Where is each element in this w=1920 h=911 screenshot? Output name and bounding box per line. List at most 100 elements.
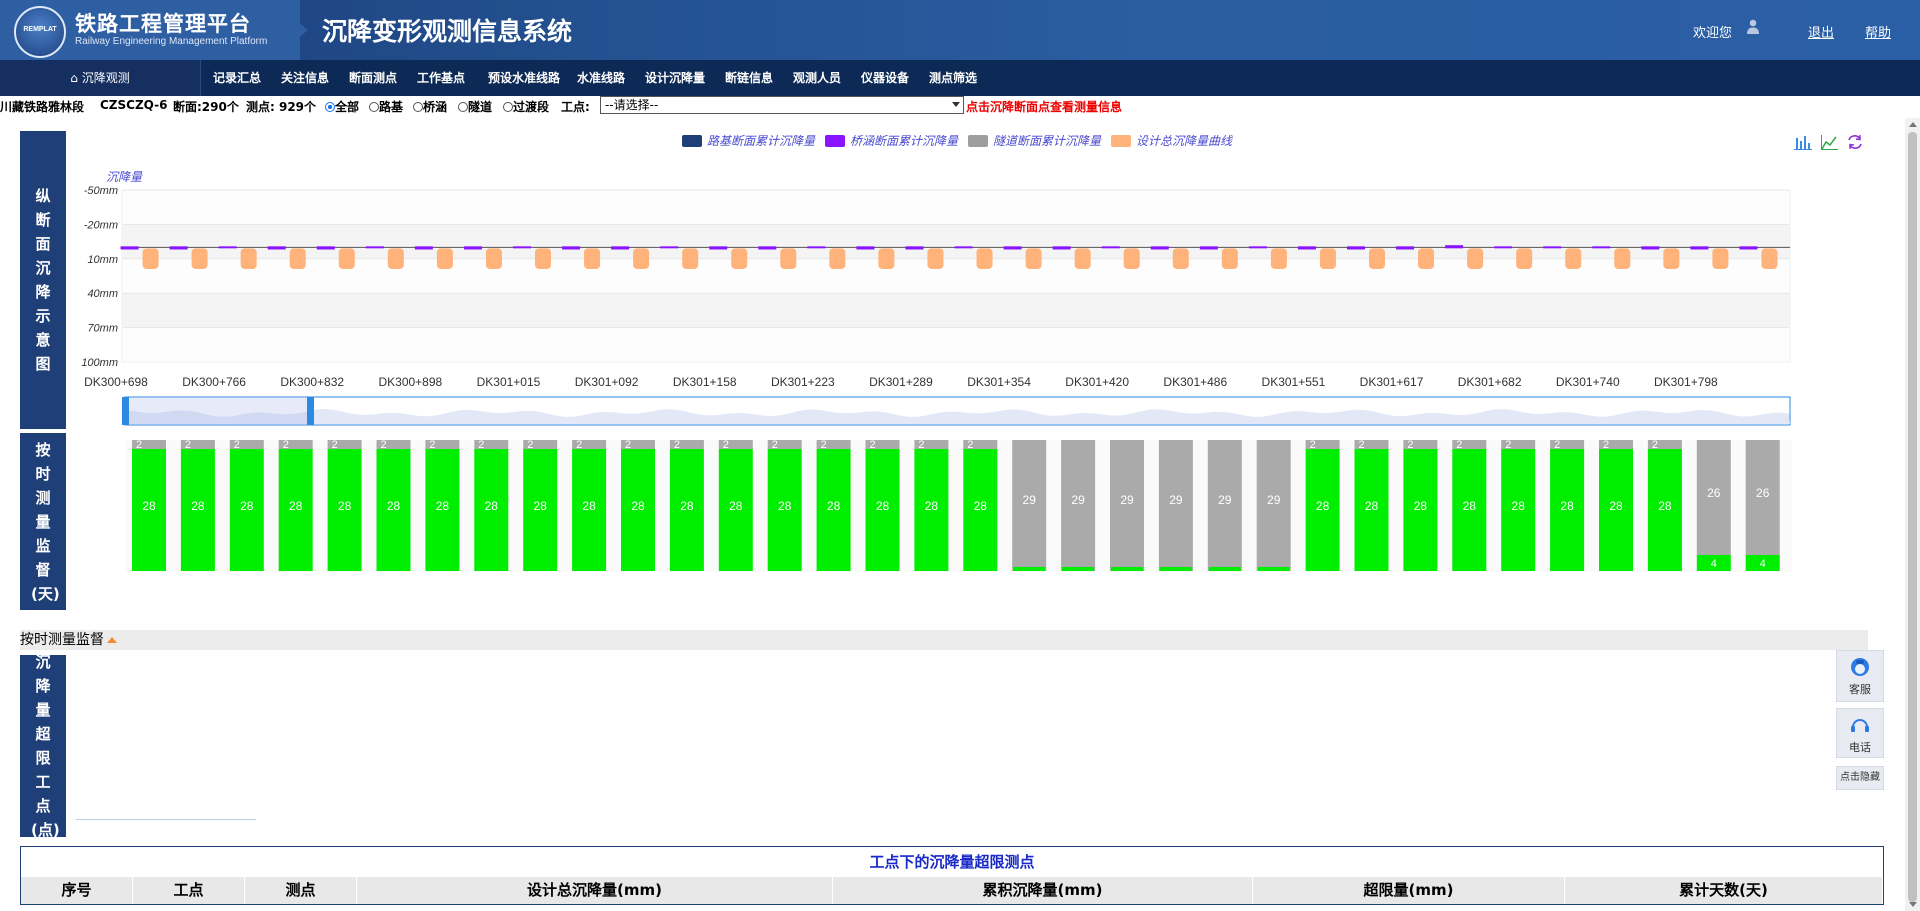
design-bar[interactable]	[1761, 248, 1778, 269]
ontime-bar[interactable]: 228	[425, 439, 460, 571]
nav-item[interactable]: 断链信息	[725, 60, 773, 96]
design-bar[interactable]	[1565, 248, 1582, 269]
design-bar[interactable]	[976, 248, 993, 269]
design-bar[interactable]	[1467, 248, 1484, 269]
design-bar[interactable]	[191, 248, 208, 269]
bridge-bar[interactable]	[1396, 246, 1415, 250]
radio-tunnel[interactable]: 隧道	[458, 98, 492, 115]
bridge-bar[interactable]	[1543, 246, 1562, 249]
logout-link[interactable]: 退出	[1808, 22, 1834, 41]
legend-swatch[interactable]	[968, 135, 988, 147]
bridge-bar[interactable]	[1445, 245, 1464, 249]
scroll-thumb[interactable]	[1908, 132, 1917, 902]
design-bar[interactable]	[240, 248, 257, 269]
design-bar[interactable]	[927, 248, 944, 269]
ontime-bar[interactable]: 228	[718, 439, 753, 571]
design-bar[interactable]	[1025, 248, 1042, 269]
bridge-bar[interactable]	[365, 246, 384, 249]
ontime-bar[interactable]: 228	[180, 439, 215, 571]
zoom-handle-left[interactable]	[122, 397, 129, 425]
design-bar[interactable]	[584, 248, 601, 269]
design-bar[interactable]	[1712, 248, 1729, 269]
bridge-bar[interactable]	[463, 246, 482, 250]
zoom-handle-right[interactable]	[307, 397, 314, 425]
bridge-bar[interactable]	[1199, 246, 1218, 250]
ontime-bar[interactable]: 228	[474, 439, 509, 571]
nav-item[interactable]: 关注信息	[281, 60, 329, 96]
ontime-chart[interactable]: 2 28 2 28 2 28 2 28 2 28 2 28 2 28 2 28 2 28 2 28 2 28 2 28 2 28 2…	[66, 430, 1806, 596]
ontime-bar[interactable]: 228	[1647, 439, 1682, 571]
design-bar[interactable]	[633, 248, 650, 269]
nav-home[interactable]: ⌂ 沉降观测	[0, 60, 201, 96]
bridge-bar[interactable]	[1150, 246, 1169, 250]
bridge-bar[interactable]	[1003, 246, 1022, 250]
bridge-bar[interactable]	[1347, 246, 1365, 250]
ontime-bar[interactable]: 29	[1158, 440, 1193, 571]
bridge-bar[interactable]	[1690, 246, 1709, 250]
radio-all[interactable]: 全部	[325, 98, 359, 115]
nav-item[interactable]: 设计沉降量	[645, 60, 705, 96]
design-bar[interactable]	[1614, 248, 1631, 269]
nav-item[interactable]: 断面测点	[349, 60, 397, 96]
design-bar[interactable]	[289, 248, 306, 269]
ontime-bar[interactable]: 228	[865, 439, 900, 571]
line-chart-icon[interactable]	[1821, 135, 1838, 150]
nav-item[interactable]: 观测人员	[793, 60, 841, 96]
phone-button[interactable]: 电话	[1836, 708, 1884, 758]
bridge-bar[interactable]	[905, 246, 924, 250]
design-bar[interactable]	[436, 248, 453, 269]
legend-swatch[interactable]	[1111, 135, 1131, 147]
nav-item[interactable]: 仪器设备	[861, 60, 909, 96]
design-bar[interactable]	[731, 248, 748, 269]
ontime-bar[interactable]: 228	[1452, 439, 1487, 571]
table-header-cell[interactable]: 序号	[21, 877, 133, 904]
bridge-bar[interactable]	[1494, 246, 1513, 249]
table-header-cell[interactable]: 累计天数(天)	[1565, 877, 1883, 904]
bridge-bar[interactable]	[709, 246, 728, 250]
ontime-bar[interactable]: 228	[523, 439, 558, 571]
ontime-bar[interactable]: 228	[621, 439, 655, 571]
ontime-bar[interactable]: 228	[816, 439, 851, 571]
design-bar[interactable]	[682, 248, 699, 269]
table-header-cell[interactable]: 超限量(mm)	[1253, 877, 1565, 904]
ontime-bar[interactable]: 228	[278, 439, 313, 571]
ontime-bar[interactable]: 228	[376, 439, 411, 571]
table-header-cell[interactable]: 设计总沉降量(mm)	[357, 877, 833, 904]
bridge-bar[interactable]	[1052, 246, 1071, 250]
user-icon[interactable]	[1746, 19, 1760, 35]
service-button[interactable]: 客服	[1836, 650, 1884, 702]
design-bar[interactable]	[535, 248, 551, 269]
scroll-up-icon[interactable]	[1909, 122, 1917, 127]
scroll-down-icon[interactable]	[1909, 902, 1917, 907]
bridge-bar[interactable]	[267, 246, 286, 250]
bridge-bar[interactable]	[1592, 246, 1611, 249]
bridge-bar[interactable]	[1248, 246, 1267, 249]
bridge-bar[interactable]	[414, 246, 433, 250]
nav-item[interactable]: 预设水准线路	[488, 60, 560, 96]
legend-item[interactable]: 桥涵断面累计沉降量	[850, 134, 959, 148]
nav-item[interactable]: 水准线路	[577, 60, 625, 96]
ontime-bar[interactable]: 4 26	[1696, 440, 1731, 571]
design-bar[interactable]	[338, 248, 355, 269]
ontime-bar[interactable]: 228	[914, 439, 949, 571]
ontime-bar[interactable]: 228	[572, 439, 607, 571]
ontime-bar[interactable]: 29	[1110, 440, 1144, 571]
ontime-bar[interactable]: 228	[132, 439, 166, 571]
bridge-bar[interactable]	[660, 246, 679, 249]
nav-item[interactable]: 测点筛选	[929, 60, 977, 96]
table-header-cell[interactable]: 累积沉降量(mm)	[833, 877, 1253, 904]
ontime-bar[interactable]: 29	[1207, 440, 1242, 571]
table-header-cell[interactable]: 测点	[245, 877, 357, 904]
ontime-bar[interactable]: 228	[1305, 439, 1340, 571]
design-bar[interactable]	[1123, 248, 1140, 269]
bridge-bar[interactable]	[1101, 246, 1120, 249]
help-link[interactable]: 帮助	[1865, 22, 1891, 41]
page-scrollbar[interactable]	[1905, 118, 1920, 911]
design-bar[interactable]	[1172, 248, 1189, 269]
bridge-bar[interactable]	[954, 246, 973, 249]
ontime-bar[interactable]: 228	[963, 439, 998, 571]
legend-swatch[interactable]	[682, 135, 702, 147]
ontime-bar[interactable]: 228	[229, 439, 264, 571]
design-bar[interactable]	[780, 248, 797, 269]
design-bar[interactable]	[1270, 248, 1287, 269]
